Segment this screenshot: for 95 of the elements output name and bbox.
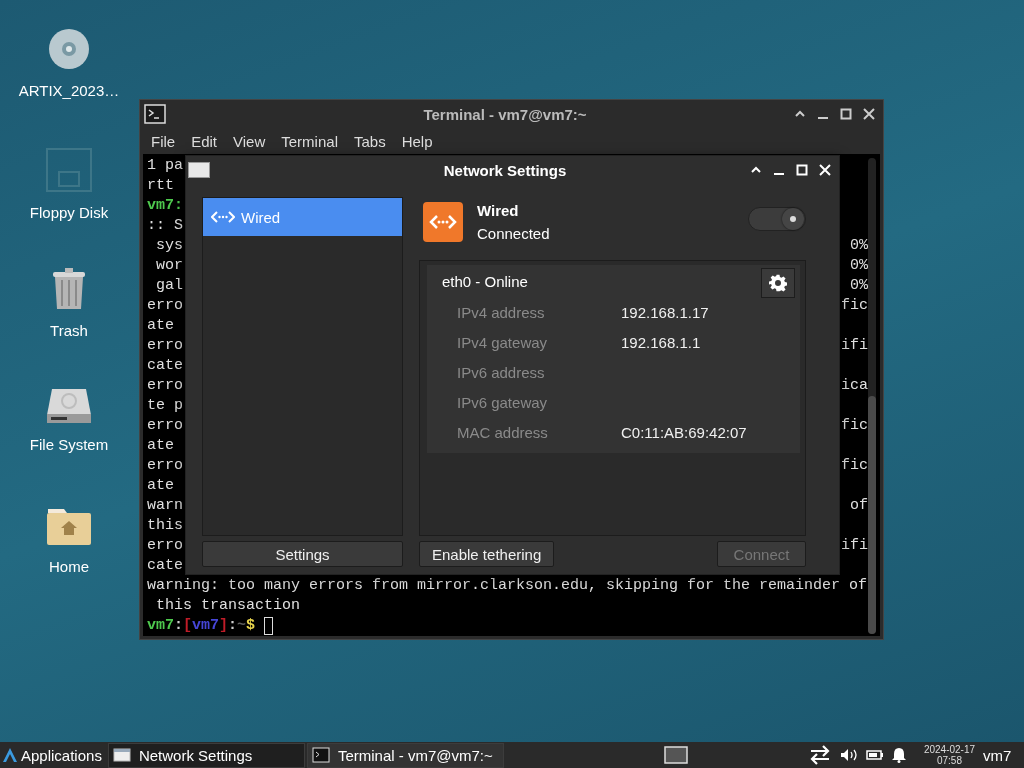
terminal-icon <box>311 747 330 763</box>
desktop-icon-label[interactable]: ARTIX_2023… <box>18 82 120 99</box>
menu-item[interactable]: Edit <box>183 132 226 150</box>
terminal-text: 1 pa <box>147 156 183 176</box>
prompt-text: ~ <box>237 616 247 636</box>
prompt-text: : <box>228 616 238 636</box>
terminal-text: vm7: <box>147 196 183 216</box>
ethernet-icon <box>211 210 235 224</box>
applications-menu-button[interactable]: Applications <box>0 742 108 768</box>
window-title: Network Settings <box>442 161 568 179</box>
volume-icon[interactable] <box>839 748 858 762</box>
menu-item[interactable]: Tabs <box>345 132 394 150</box>
connection-name: Wired <box>477 202 520 219</box>
terminal-text: rtt <box>147 176 174 196</box>
terminal-text: fic <box>841 456 868 476</box>
maximize-icon[interactable] <box>840 108 852 121</box>
menu-item[interactable]: View <box>225 132 274 150</box>
terminal-text: erro <box>147 296 183 316</box>
terminal-text: warning: too many errors from mirror.clarkson.edu, skipping for the remainder of <box>147 576 868 596</box>
terminal-text: this transaction <box>155 596 301 616</box>
clock-time[interactable]: 07:58 <box>936 755 962 766</box>
toggle-switch[interactable] <box>748 207 806 231</box>
terminal-text: gal <box>155 276 183 296</box>
property-value: 192.168.1.1 <box>621 333 701 351</box>
tethering-button[interactable]: Enable tethering <box>419 541 555 567</box>
terminal-text: sys <box>155 236 183 256</box>
terminal-text: te p <box>147 396 183 416</box>
terminal-text: :: S <box>147 216 183 236</box>
trash-icon[interactable] <box>52 268 86 310</box>
user-name[interactable]: vm7 <box>983 746 1012 764</box>
taskbar-button[interactable]: Terminal - vm7@vm7:~ <box>306 742 504 768</box>
prompt-text: $ <box>246 616 256 636</box>
prompt-text: ] <box>219 616 229 636</box>
property-value: C0:11:AB:69:42:07 <box>621 423 747 441</box>
desktop-icon-label[interactable]: Home <box>49 558 89 575</box>
scrollbar[interactable] <box>868 158 876 634</box>
window-icon <box>112 748 131 762</box>
terminal-text: of <box>850 496 868 516</box>
terminal-text: wor <box>155 256 183 276</box>
terminal-text: 0% <box>850 256 868 276</box>
desktop-icon-label[interactable]: Trash <box>50 322 88 339</box>
hard-drive-icon[interactable] <box>46 388 92 424</box>
device-title: eth0 - Online <box>442 272 528 290</box>
home-folder-icon[interactable] <box>46 508 92 546</box>
terminal-text: erro <box>147 416 183 436</box>
terminal-text: fic <box>841 416 868 436</box>
prompt-text: [ <box>183 616 193 636</box>
desktop-icon-label[interactable]: Floppy Disk <box>29 204 109 221</box>
property-value: 192.168.1.17 <box>621 303 709 321</box>
terminal-text: ica <box>841 376 868 396</box>
property-label: MAC address <box>457 423 549 441</box>
settings-button[interactable]: Settings <box>202 541 403 567</box>
ethernet-icon <box>423 202 463 242</box>
terminal-icon <box>144 104 166 125</box>
window-title: Terminal - vm7@vm7:~ <box>422 105 588 123</box>
property-label: IPv4 gateway <box>457 333 549 351</box>
prompt-text: vm7 <box>192 616 220 636</box>
menu-item[interactable]: Terminal <box>273 132 346 150</box>
window-icon <box>188 162 210 178</box>
terminal-text: cate <box>147 556 183 576</box>
terminal-text: fic <box>841 296 868 316</box>
settings-button[interactable] <box>761 268 795 298</box>
connection-status: Connected <box>477 225 551 242</box>
disc-icon[interactable] <box>48 28 90 70</box>
taskbar-button[interactable]: Network Settings <box>107 742 305 768</box>
notification-bell-icon[interactable] <box>891 747 906 763</box>
terminal-text: warn <box>147 496 183 516</box>
terminal-text: erro <box>147 376 183 396</box>
terminal-text: erro <box>147 456 183 476</box>
menu-item[interactable]: Help <box>393 132 441 150</box>
terminal-text: this <box>147 516 183 536</box>
terminal-text: erro <box>147 536 183 556</box>
text-cursor <box>264 617 274 635</box>
property-label: IPv6 gateway <box>457 393 549 411</box>
prompt-text: : <box>174 616 184 636</box>
terminal-text: cate <box>147 356 183 376</box>
terminal-text: ate <box>147 476 174 496</box>
clock-date[interactable]: 2024-02-17 <box>923 744 976 755</box>
battery-icon[interactable] <box>865 749 884 761</box>
property-label: IPv6 address <box>457 363 546 381</box>
prompt-text: vm7 <box>147 616 174 636</box>
close-icon[interactable] <box>863 108 875 121</box>
terminal-text: ate <box>147 436 174 456</box>
logo-icon <box>2 747 18 763</box>
terminal-text: ifi <box>841 336 868 356</box>
menu-item[interactable]: File <box>143 132 184 150</box>
gear-icon <box>769 274 787 292</box>
desktop-icon-label[interactable]: File System <box>29 436 109 453</box>
terminal-text: ate <box>147 316 174 336</box>
show-desktop-icon[interactable] <box>663 746 688 764</box>
terminal-text: ifi <box>841 536 868 556</box>
terminal-text: 0% <box>850 236 868 256</box>
terminal-text: erro <box>147 336 183 356</box>
terminal-text: 0% <box>850 276 868 296</box>
property-label: IPv4 address <box>457 303 546 321</box>
